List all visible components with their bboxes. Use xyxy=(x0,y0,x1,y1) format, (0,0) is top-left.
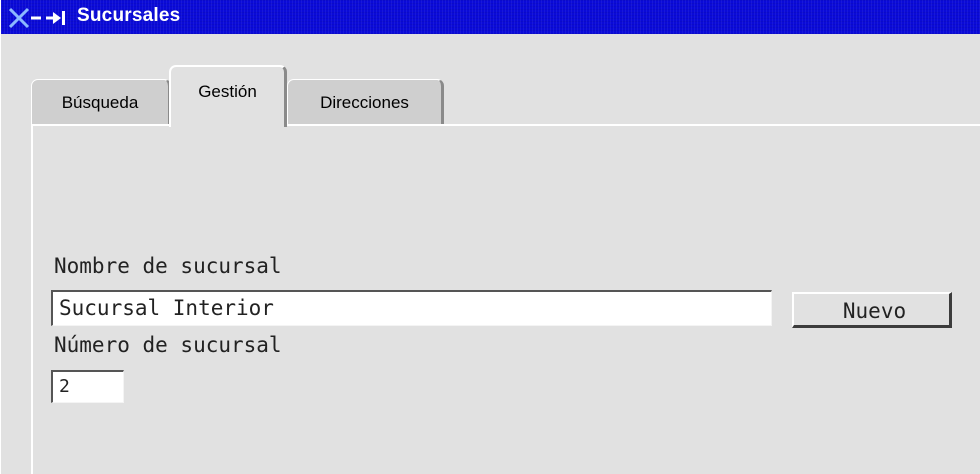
nuevo-button[interactable]: Nuevo xyxy=(792,292,952,328)
tab-gestion[interactable]: Gestión xyxy=(169,65,287,127)
tab-busqueda[interactable]: Búsqueda xyxy=(31,79,171,126)
window-title: Sucursales xyxy=(77,5,181,26)
nombre-sucursal-label: Nombre de sucursal xyxy=(54,254,282,278)
tab-direcciones[interactable]: Direcciones xyxy=(287,79,444,126)
tab-direcciones-label: Direcciones xyxy=(320,93,409,112)
numero-sucursal-field[interactable]: 2 xyxy=(51,370,124,403)
title-bar[interactable]: Sucursales xyxy=(1,0,980,34)
tab-strip: Búsqueda Direcciones Gestión xyxy=(31,65,971,127)
sucursales-window: Sucursales Búsqueda Direcciones Gestión … xyxy=(0,0,980,474)
nombre-sucursal-field[interactable]: Sucursal Interior xyxy=(51,290,772,326)
tab-gestion-label: Gestión xyxy=(198,82,257,101)
window-menu-icon[interactable] xyxy=(9,7,71,29)
tab-busqueda-label: Búsqueda xyxy=(61,93,139,112)
numero-sucursal-label: Número de sucursal xyxy=(54,333,282,357)
tab-panel-border-left xyxy=(31,124,33,474)
